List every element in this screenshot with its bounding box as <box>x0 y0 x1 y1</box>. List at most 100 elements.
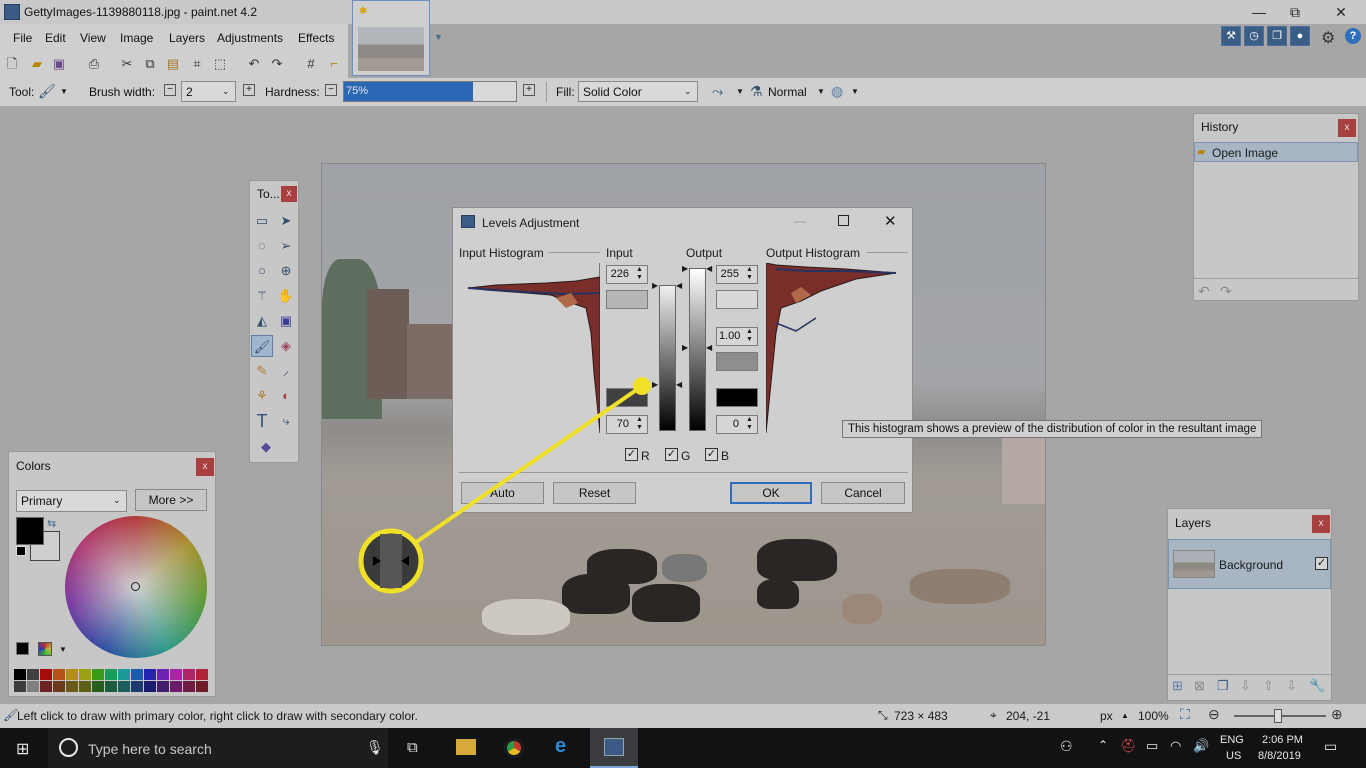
reset-colors-icon[interactable] <box>16 546 26 556</box>
pencil-icon[interactable]: ✎ <box>251 360 273 382</box>
menu-file[interactable]: File <box>13 31 32 45</box>
output-high-handle-icon[interactable]: ▶ <box>682 264 688 273</box>
history-redo-icon[interactable]: ↷ <box>1220 283 1232 300</box>
menu-view[interactable]: View <box>80 31 106 45</box>
sampling-dropdown-icon[interactable]: ▼ <box>851 87 859 96</box>
text-icon[interactable]: T <box>251 410 273 432</box>
battery-icon[interactable]: ▭ <box>1146 738 1158 754</box>
ruler-icon[interactable]: ⌐ <box>326 56 342 72</box>
blue-channel-checkbox[interactable]: ✓ <box>705 448 718 461</box>
blend-dropdown-icon[interactable]: ▼ <box>817 87 825 96</box>
settings-gear-icon[interactable]: ⚙ <box>1321 28 1335 48</box>
palette-icon[interactable] <box>38 642 52 656</box>
zoom-fit-icon[interactable]: ⛶ <box>1180 706 1190 723</box>
deselect-icon[interactable]: ⬚ <box>212 56 228 72</box>
brush-width-decrease[interactable]: − <box>164 84 176 96</box>
color-wheel[interactable] <box>65 516 207 658</box>
unit-select[interactable]: px <box>1100 709 1113 723</box>
layer-properties-icon[interactable]: 🔧 <box>1309 678 1325 694</box>
shapes-icon[interactable]: ◆ <box>255 436 277 458</box>
clone-stamp-icon[interactable]: ⚘ <box>251 385 273 407</box>
color-mode-dropdown-icon[interactable]: ⌄ <box>113 495 121 506</box>
tool-dropdown-icon[interactable]: ▼ <box>60 87 68 96</box>
history-undo-icon[interactable]: ↶ <box>1198 283 1210 300</box>
input-gradient-slider[interactable] <box>659 285 676 431</box>
paint-bucket-icon[interactable]: ◭ <box>251 310 273 332</box>
clock-time[interactable]: 2:06 PM <box>1262 734 1303 746</box>
delete-layer-icon[interactable]: ⊠ <box>1194 678 1205 694</box>
zoom-icon[interactable]: ⊕ <box>275 260 297 282</box>
menu-effects[interactable]: Effects <box>298 31 334 45</box>
spinner-arrows-icon[interactable]: ▲ ▼ <box>746 266 753 282</box>
crop-icon[interactable]: ⌗ <box>189 56 205 72</box>
print-icon[interactable]: ⎙ <box>86 56 102 72</box>
eraser-icon[interactable]: ◈ <box>275 335 297 357</box>
gamma-handle-icon[interactable]: ◀ <box>706 343 712 352</box>
volume-icon[interactable]: 🔊 <box>1193 738 1209 754</box>
duplicate-layer-icon[interactable]: ❐ <box>1217 678 1229 694</box>
output-low-swatch[interactable] <box>716 388 758 407</box>
more-colors-button[interactable]: More >> <box>135 489 207 511</box>
lasso-select-icon[interactable]: ◌ <box>251 235 273 257</box>
input-low-swatch[interactable] <box>606 388 648 407</box>
windows-start-icon[interactable]: ⊞ <box>16 739 29 759</box>
blend-mode-select[interactable]: Normal <box>768 85 807 99</box>
region-indicator[interactable]: US <box>1226 750 1241 762</box>
search-placeholder[interactable]: Type here to search <box>88 741 212 757</box>
rectangle-select-icon[interactable]: ▭ <box>251 210 273 232</box>
dialog-close-button[interactable]: ✕ <box>884 212 897 230</box>
edge-icon[interactable]: e <box>555 735 566 758</box>
wifi-icon[interactable]: ◠ <box>1170 738 1181 754</box>
paste-icon[interactable]: ▤ <box>165 56 181 72</box>
people-icon[interactable]: ⚇ <box>1060 738 1073 755</box>
output-high-swatch[interactable] <box>716 290 758 309</box>
task-view-icon[interactable]: ⧉ <box>407 739 418 756</box>
history-window-icon[interactable]: ◷ <box>1244 26 1264 46</box>
menu-image[interactable]: Image <box>120 31 153 45</box>
new-icon[interactable]: 🗋 <box>4 56 20 72</box>
unit-dropdown-icon[interactable]: ▲ <box>1121 711 1129 720</box>
menu-layers[interactable]: Layers <box>169 31 205 45</box>
merge-layer-icon[interactable]: ⇩ <box>1240 678 1251 694</box>
red-channel-checkbox[interactable]: ✓ <box>625 448 638 461</box>
antialias-dropdown-icon[interactable]: ▼ <box>736 87 744 96</box>
gamma-swatch[interactable] <box>716 352 758 371</box>
move-layer-down-icon[interactable]: ⇩ <box>1286 678 1297 694</box>
notifications-icon[interactable]: ▭ <box>1324 738 1337 755</box>
history-item[interactable]: ▰ Open Image <box>1194 142 1358 162</box>
input-low-handle-icon[interactable]: ◀ <box>676 380 682 389</box>
file-explorer-icon[interactable] <box>456 739 476 755</box>
ok-button[interactable]: OK <box>730 482 812 504</box>
move-selected-icon[interactable]: ➤ <box>275 210 297 232</box>
undo-icon[interactable]: ↶ <box>246 56 262 72</box>
brush-width-dropdown-icon[interactable]: ⌄ <box>222 86 230 97</box>
pan-icon[interactable]: ✋ <box>275 285 297 307</box>
swap-colors-icon[interactable]: ⇆ <box>47 517 56 530</box>
brush-width-increase[interactable]: + <box>243 84 255 96</box>
auto-button[interactable]: Auto <box>461 482 544 504</box>
recolor-icon[interactable]: ◐ <box>275 385 297 407</box>
input-low-handle-icon[interactable]: ▶ <box>652 380 658 389</box>
move-selection-icon[interactable]: ➢ <box>275 235 297 257</box>
image-tab[interactable]: ✱ <box>352 0 430 76</box>
paintbrush-icon[interactable]: 🖌 <box>38 83 56 100</box>
tray-overflow-icon[interactable]: ⌃ <box>1098 738 1108 752</box>
fill-dropdown-icon[interactable]: ⌄ <box>684 86 692 97</box>
cortana-icon[interactable] <box>59 738 78 757</box>
clock-date[interactable]: 8/8/2019 <box>1258 750 1301 762</box>
antialias-icon[interactable]: ⤳ <box>712 83 723 100</box>
primary-color-swatch[interactable] <box>16 517 44 545</box>
cut-icon[interactable]: ✂ <box>119 56 135 72</box>
palette-strip[interactable] <box>14 669 208 693</box>
tools-panel-close[interactable]: x <box>281 186 297 202</box>
colors-close[interactable]: x <box>196 458 214 476</box>
save-icon[interactable]: ▣ <box>51 56 67 72</box>
move-layer-up-icon[interactable]: ⇧ <box>1263 678 1274 694</box>
hardness-increase[interactable]: + <box>523 84 535 96</box>
ellipse-select-icon[interactable]: ○ <box>251 260 273 282</box>
spinner-arrows-icon[interactable]: ▲ ▼ <box>746 328 753 344</box>
fill-select[interactable]: Solid Color <box>578 81 698 102</box>
reset-button[interactable]: Reset <box>553 482 636 504</box>
zoom-level[interactable]: 100% <box>1138 709 1169 723</box>
spinner-arrows-icon[interactable]: ▲ ▼ <box>636 266 643 282</box>
